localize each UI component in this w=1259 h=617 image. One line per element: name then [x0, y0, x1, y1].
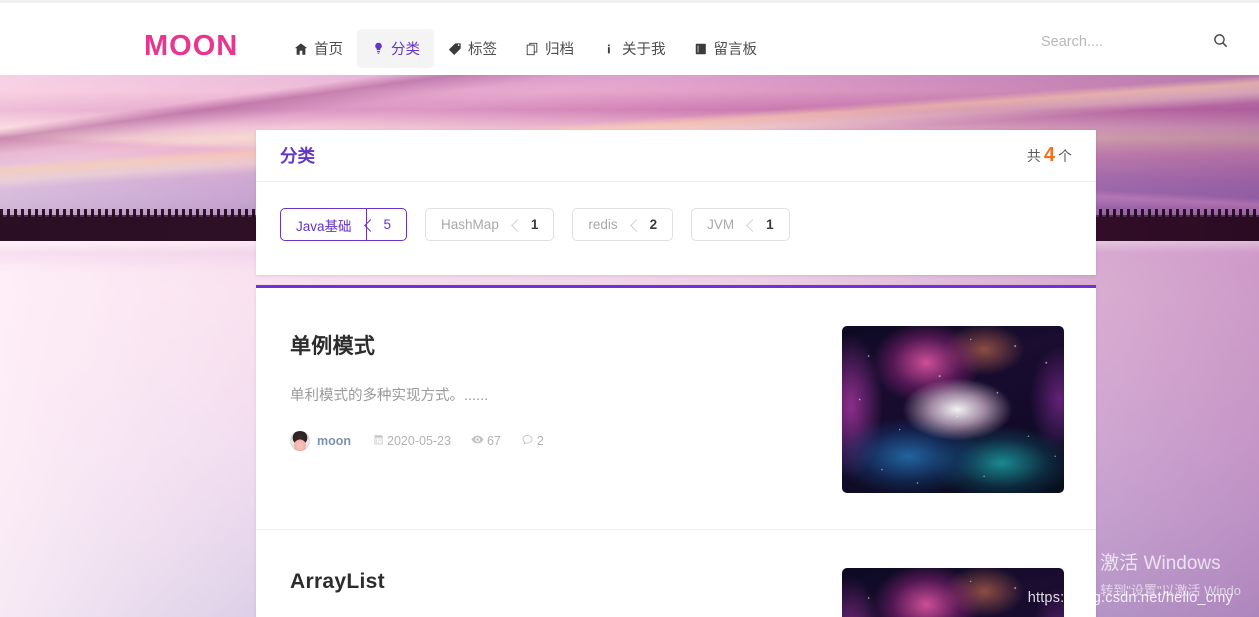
clone-icon: [525, 42, 539, 56]
category-tag-hashmap[interactable]: HashMap 1: [425, 208, 555, 241]
nav-item-about[interactable]: 关于我: [588, 29, 680, 68]
category-tag-label: Java基础: [296, 218, 352, 234]
chevron-left-icon: [632, 209, 645, 240]
nav-item-home[interactable]: 首页: [280, 29, 357, 68]
starfield-overlay: [842, 568, 1064, 617]
article-date: 2020-05-23: [373, 434, 451, 448]
category-tag-label: HashMap: [441, 217, 499, 232]
site-logo[interactable]: MOON: [144, 30, 238, 63]
article-item[interactable]: ArrayList: [256, 530, 1096, 617]
category-count: 共 4 个: [1027, 144, 1072, 167]
article-description: 单利模式的多种实现方式。......: [290, 388, 489, 404]
article-title[interactable]: ArrayList: [290, 570, 810, 594]
nav-item-guestbook[interactable]: 留言板: [680, 29, 772, 68]
category-tag-label: JVM: [707, 217, 735, 232]
nav-item-label: 留言板: [713, 42, 758, 58]
article-item[interactable]: 单例模式 单利模式的多种实现方式。...... moon 2020-05-23: [256, 288, 1096, 530]
info-icon: [602, 42, 616, 56]
category-tag-list: Java基础 5 HashMap 1 redis 2 JVM 1: [256, 182, 1096, 275]
article-comments-count: 2: [536, 434, 544, 448]
nav-item-label: 归档: [545, 42, 574, 58]
search-icon: [1213, 33, 1229, 52]
page-title: 分类: [280, 146, 315, 166]
chevron-left-icon: [748, 209, 761, 240]
nav-item-label: 标签: [468, 42, 497, 58]
category-tag-jvm[interactable]: JVM 1: [691, 208, 790, 241]
lightbulb-icon: [371, 42, 385, 56]
article-thumbnail[interactable]: [842, 326, 1064, 493]
category-tag-count: 1: [530, 217, 539, 232]
tag-icon: [448, 42, 462, 56]
avatar: [290, 431, 310, 451]
nav-item-archive[interactable]: 归档: [511, 29, 588, 68]
starfield-overlay: [842, 326, 1064, 493]
search-area: [1037, 28, 1235, 56]
article-list-card: 单例模式 单利模式的多种实现方式。...... moon 2020-05-23: [256, 285, 1096, 617]
primary-nav: 首页 分类 标签 归档 关于我 留言板: [280, 29, 771, 68]
home-icon: [294, 42, 308, 56]
article-comments: 2: [521, 433, 544, 449]
article-date-text: 2020-05-23: [387, 434, 451, 448]
chevron-left-icon: [365, 209, 379, 240]
nav-item-tags[interactable]: 标签: [434, 29, 511, 68]
article-thumbnail[interactable]: [842, 568, 1064, 617]
search-input[interactable]: [1037, 28, 1207, 56]
category-tag-redis[interactable]: redis 2: [572, 208, 674, 241]
nav-item-categories[interactable]: 分类: [357, 29, 434, 68]
article-meta: moon 2020-05-23 67 2: [290, 431, 810, 451]
category-tag-count: 5: [383, 217, 392, 232]
book-icon: [694, 42, 708, 56]
article-views: 67: [471, 433, 501, 449]
article-title[interactable]: 单例模式: [290, 330, 810, 360]
search-button[interactable]: [1207, 29, 1235, 56]
article-author[interactable]: moon: [317, 434, 351, 448]
article-views-count: 67: [486, 434, 501, 448]
chevron-left-icon: [513, 209, 526, 240]
count-prefix: 共: [1026, 148, 1041, 164]
category-card-header: 分类 共 4 个: [256, 130, 1096, 182]
nav-item-label: 分类: [391, 42, 420, 58]
category-tag-java[interactable]: Java基础 5: [280, 208, 408, 241]
category-card: 分类 共 4 个 Java基础 5 HashMap 1 redis 2 JVM …: [256, 130, 1096, 275]
article-text-block: ArrayList: [290, 568, 810, 594]
calendar-icon: [373, 434, 384, 448]
eye-icon: [471, 433, 484, 449]
nav-item-label: 首页: [314, 42, 343, 58]
main-content: 分类 共 4 个 Java基础 5 HashMap 1 redis 2 JVM …: [256, 130, 1096, 617]
comment-icon: [521, 433, 534, 449]
category-tag-label: redis: [588, 217, 618, 232]
article-text-block: 单例模式 单利模式的多种实现方式。...... moon 2020-05-23: [290, 326, 810, 451]
category-tag-count: 1: [766, 217, 774, 232]
count-value: 4: [1043, 144, 1055, 166]
top-navbar: MOON 首页 分类 标签 归档 关于我 留言板 Search....: [0, 0, 1259, 75]
nav-item-label: 关于我: [622, 42, 666, 58]
category-tag-count: 2: [649, 217, 658, 232]
count-suffix: 个: [1058, 148, 1072, 164]
